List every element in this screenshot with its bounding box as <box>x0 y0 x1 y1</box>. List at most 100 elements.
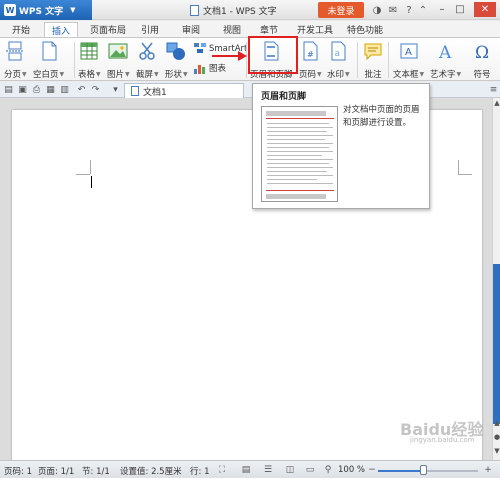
fullscreen-icon[interactable]: ⛶ <box>216 464 228 476</box>
chevron-down-icon: ▼ <box>183 70 188 78</box>
blank-page-button[interactable]: 空白页 ▼ <box>33 40 64 80</box>
page-number-label: 页码 <box>299 70 317 80</box>
preview-text-line <box>267 171 327 172</box>
tab-view[interactable]: 视图 <box>217 22 247 37</box>
maximize-button[interactable]: □ <box>452 2 468 17</box>
tab-references[interactable]: 引用 <box>136 22 164 37</box>
page-break-button[interactable]: 分页 ▼ <box>4 40 27 80</box>
preview-text-line <box>267 143 333 144</box>
zoom-percent[interactable]: 100 % <box>338 465 365 475</box>
page-number-icon: # <box>303 41 318 61</box>
zoom-in-icon[interactable]: + <box>482 464 494 476</box>
page-break-icon <box>6 41 25 61</box>
feedback-icon[interactable]: ✉ <box>386 3 400 17</box>
tab-menu-icon[interactable]: ≡ <box>488 84 499 95</box>
svg-text:A: A <box>405 47 412 58</box>
quick-access-dropdown-icon[interactable]: ▾ <box>110 84 121 95</box>
blank-page-label: 空白页 <box>33 70 59 80</box>
tab-developer[interactable]: 开发工具 <box>292 22 338 37</box>
watermark-button[interactable]: a 水印 ▼ <box>327 40 350 80</box>
zoom-slider-thumb[interactable] <box>420 465 427 475</box>
picture-button[interactable]: 图片 ▼ <box>107 40 130 80</box>
tooltip-preview-image <box>261 106 338 202</box>
wps-logo-icon: W <box>4 4 16 16</box>
vertical-scrollbar[interactable]: ▲ ▲ ● ▼ <box>492 98 500 460</box>
print-icon[interactable]: ▦ <box>45 84 56 95</box>
page-number-button[interactable]: # 页码 ▼ <box>299 40 322 80</box>
select-browse-icon[interactable]: ● <box>493 432 500 442</box>
web-view-icon[interactable]: ◫ <box>284 464 296 476</box>
tab-page-layout[interactable]: 页面布局 <box>86 22 130 37</box>
preview-text-line <box>267 139 325 140</box>
document-tab[interactable]: 文档1 <box>124 83 244 98</box>
outline-view-icon[interactable]: ☰ <box>262 464 274 476</box>
preview-text-line <box>267 127 333 128</box>
ribbon-collapse-icon[interactable]: ⌃ <box>416 3 430 17</box>
table-button[interactable]: 表格 ▼ <box>78 40 101 80</box>
screenshot-icon <box>139 42 156 60</box>
open-folder-icon[interactable]: ▤ <box>3 84 14 95</box>
preview-text-line <box>267 135 333 136</box>
tab-insert[interactable]: 插入 <box>44 22 78 37</box>
preview-text-line <box>267 123 329 124</box>
svg-text:A: A <box>438 43 452 62</box>
close-button[interactable]: ✕ <box>474 2 496 17</box>
reading-view-icon[interactable]: ▭ <box>304 464 316 476</box>
help-icon[interactable]: ? <box>402 3 416 17</box>
export-pdf-icon[interactable]: ▥ <box>59 84 70 95</box>
comment-label: 批注 <box>364 70 382 80</box>
skin-icon[interactable]: ◑ <box>370 3 384 17</box>
comment-icon <box>364 43 382 61</box>
document-icon <box>131 86 139 96</box>
previous-page-icon[interactable]: ▲ <box>493 418 500 428</box>
tab-review[interactable]: 审阅 <box>176 22 206 37</box>
scrollbar-thumb[interactable] <box>493 264 500 424</box>
tab-sections[interactable]: 章节 <box>254 22 284 37</box>
redo-icon[interactable]: ↷ <box>90 84 101 95</box>
preview-text-line <box>267 175 333 176</box>
window-title: 文档1 - WPS 文字 <box>190 4 277 17</box>
page-view-icon[interactable]: ▤ <box>240 464 252 476</box>
preview-header-line <box>266 111 326 116</box>
minimize-button[interactable]: – <box>434 2 450 17</box>
smartart-icon <box>194 43 206 53</box>
tab-home[interactable]: 开始 <box>6 22 36 37</box>
save-icon[interactable]: ▣ <box>17 84 28 95</box>
textbox-label: 文本框 <box>393 70 419 80</box>
textbox-button[interactable]: A 文本框 ▼ <box>393 40 424 80</box>
login-button[interactable]: 未登录 <box>318 2 364 18</box>
screenshot-button[interactable]: 截屏 ▼ <box>136 40 159 80</box>
shapes-button[interactable]: 形状 ▼ <box>165 40 188 80</box>
wordart-icon: A <box>438 43 452 62</box>
next-page-icon[interactable]: ▼ <box>493 446 500 456</box>
svg-text:#: # <box>307 50 314 59</box>
undo-icon[interactable]: ↶ <box>76 84 87 95</box>
chevron-down-icon: ▼ <box>125 70 130 78</box>
ribbon-separator <box>74 42 75 78</box>
scroll-up-icon[interactable]: ▲ <box>493 98 500 108</box>
zoom-slider[interactable] <box>378 470 478 472</box>
print-preview-icon[interactable]: ⎙ <box>31 84 42 95</box>
shapes-icon <box>166 42 186 60</box>
chart-label: 图表 <box>209 64 227 74</box>
preview-text-line <box>267 147 329 148</box>
chevron-down-icon: ▼ <box>419 70 425 78</box>
app-menu-button[interactable]: W WPS 文字 ▼ <box>0 0 92 20</box>
zoom-out-icon[interactable]: − <box>366 464 378 476</box>
chevron-down-icon: ▼ <box>456 70 462 78</box>
status-line: 行: 1 <box>190 467 210 477</box>
status-bar: 页码: 1 页面: 1/1 节: 1/1 设置值: 2.5厘米 行: 1 ⛶ ▤… <box>0 460 500 478</box>
symbol-button[interactable]: Ω 符号 <box>471 40 493 80</box>
ribbon-separator <box>357 42 358 78</box>
app-name: WPS 文字 <box>19 6 64 17</box>
window-title-text: 文档1 - WPS 文字 <box>203 7 277 17</box>
wordart-label: 艺术字 <box>430 70 456 80</box>
preview-text-line <box>267 179 317 180</box>
zoom-icon[interactable]: ⚲ <box>322 464 334 476</box>
comment-button[interactable]: 批注 <box>362 40 384 80</box>
wordart-button[interactable]: A 艺术字 ▼ <box>430 40 461 80</box>
tab-special-features[interactable]: 特色功能 <box>342 22 388 37</box>
chart-icon <box>194 64 205 74</box>
chart-button[interactable]: 图表 <box>194 62 226 74</box>
status-section: 节: 1/1 <box>82 467 110 477</box>
